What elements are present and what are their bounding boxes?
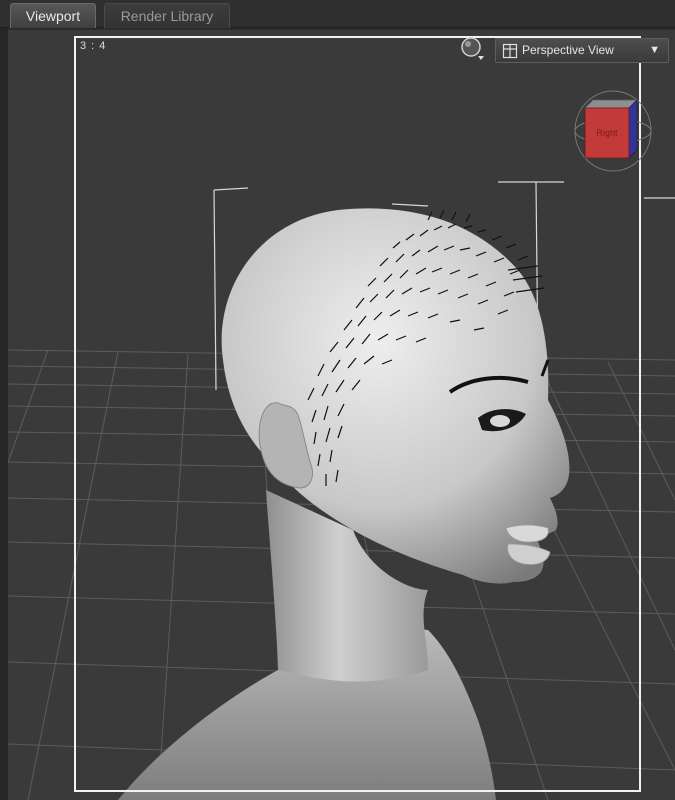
tab-viewport[interactable]: Viewport [10,3,96,28]
chevron-down-icon: ▼ [649,44,660,56]
view-selector[interactable]: Perspective View ▼ [495,38,669,63]
tab-render-library[interactable]: Render Library [104,3,230,28]
left-panel-edge [0,28,8,800]
render-frame [74,36,641,792]
cube-face-label: Right [596,128,618,138]
viewport-layout-icon [502,43,518,59]
tab-bar: Viewport Render Library [0,0,675,28]
view-cube[interactable]: Right [571,86,655,176]
aspect-ratio-label: 3 : 4 [80,40,107,52]
view-selector-label: Perspective View [522,43,614,57]
viewport-canvas[interactable]: 3 : 4 Perspective View ▼ Right [8,30,675,800]
draw-style-icon[interactable] [460,36,486,62]
